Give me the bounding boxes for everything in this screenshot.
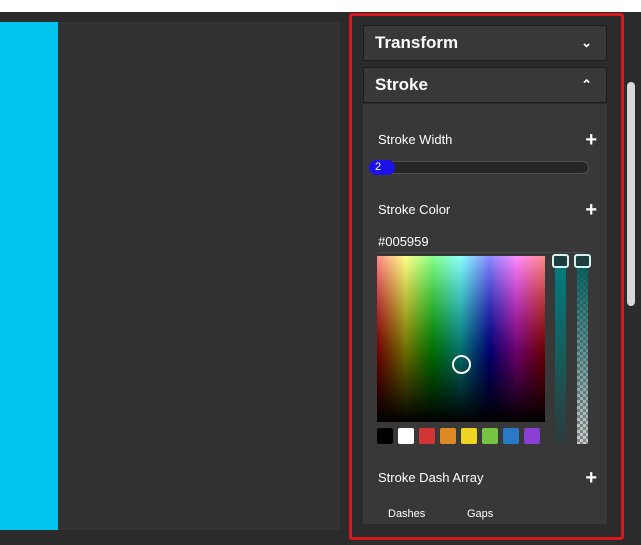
dashes-label: Dashes	[388, 508, 426, 520]
stroke-width-add-button[interactable]: +	[585, 130, 597, 150]
color-saturation-area[interactable]	[377, 256, 545, 422]
properties-panel: Transform ⌄ Stroke ⌃ Stroke Width + 2 St…	[349, 13, 624, 540]
stroke-color-hex-input[interactable]: #005959	[378, 232, 586, 253]
editor-app: Transform ⌄ Stroke ⌃ Stroke Width + 2 St…	[0, 12, 641, 545]
stroke-width-slider-thumb[interactable]: 2	[369, 160, 395, 175]
stroke-title: Stroke	[375, 75, 428, 94]
hue-slider-handle[interactable]	[552, 254, 569, 268]
swatch-black[interactable]	[377, 428, 393, 444]
stroke-dash-add-button[interactable]: +	[585, 468, 597, 488]
chevron-up-icon[interactable]: ⌃	[581, 68, 592, 102]
stroke-color-add-button[interactable]: +	[585, 200, 597, 220]
swatch-orange[interactable]	[440, 428, 456, 444]
stroke-section-header[interactable]: Stroke ⌃	[363, 67, 607, 103]
canvas-area[interactable]	[0, 22, 340, 530]
swatch-yellow[interactable]	[461, 428, 477, 444]
stroke-width-slider[interactable]: 2	[369, 160, 589, 175]
alpha-slider-handle[interactable]	[574, 254, 591, 268]
panel-scrollbar[interactable]	[627, 82, 635, 306]
alpha-slider[interactable]	[574, 254, 591, 444]
stroke-dash-array-label: Stroke Dash Array	[378, 470, 484, 485]
swatch-white[interactable]	[398, 428, 414, 444]
swatch-blue[interactable]	[503, 428, 519, 444]
chevron-down-icon[interactable]: ⌄	[581, 26, 592, 60]
transform-title: Transform	[375, 33, 459, 52]
color-picker-handle[interactable]	[452, 355, 471, 374]
transform-section-header[interactable]: Transform ⌄	[363, 25, 607, 61]
stroke-section-body: Stroke Width + 2 Stroke Color + #005959	[363, 104, 607, 524]
stroke-width-label: Stroke Width	[378, 132, 453, 147]
canvas-shape[interactable]	[0, 22, 58, 530]
swatch-red[interactable]	[419, 428, 435, 444]
swatch-green[interactable]	[482, 428, 498, 444]
stroke-color-label: Stroke Color	[378, 202, 451, 217]
gaps-label: Gaps	[467, 508, 494, 520]
hue-slider[interactable]	[552, 254, 569, 444]
swatch-purple[interactable]	[524, 428, 540, 444]
